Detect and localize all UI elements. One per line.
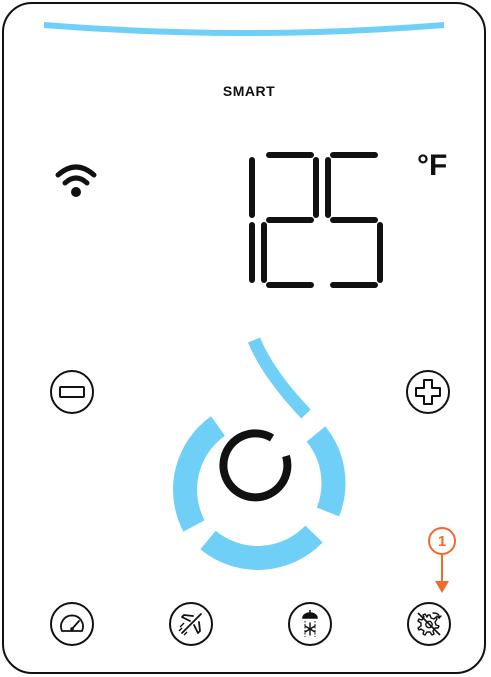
speedometer-icon: [60, 614, 84, 632]
plus-icon: [415, 379, 441, 405]
gear-return-icon: [417, 612, 442, 636]
increase-temperature-button[interactable]: [406, 370, 450, 414]
temperature-unit: °F: [417, 149, 448, 182]
callout-number: 1: [428, 527, 456, 555]
airplane-icon: [178, 613, 202, 636]
callout-arrow-icon: [435, 555, 449, 593]
minus-icon: [59, 386, 85, 398]
flame-ring-icon: [173, 337, 346, 570]
thermostat-panel: SMART 125 °F 1: [2, 2, 486, 674]
shower-snowflake-icon: [302, 610, 318, 637]
wifi-icon: [55, 164, 97, 197]
decrease-temperature-button[interactable]: [50, 370, 94, 414]
shower-button[interactable]: [288, 602, 332, 646]
top-accent-bar: [44, 22, 444, 36]
vacation-button[interactable]: [169, 602, 213, 646]
performance-button[interactable]: [50, 602, 94, 646]
temperature-display: 125: [249, 152, 383, 288]
mode-label: SMART: [222, 83, 276, 99]
settings-reset-button[interactable]: [407, 602, 451, 646]
